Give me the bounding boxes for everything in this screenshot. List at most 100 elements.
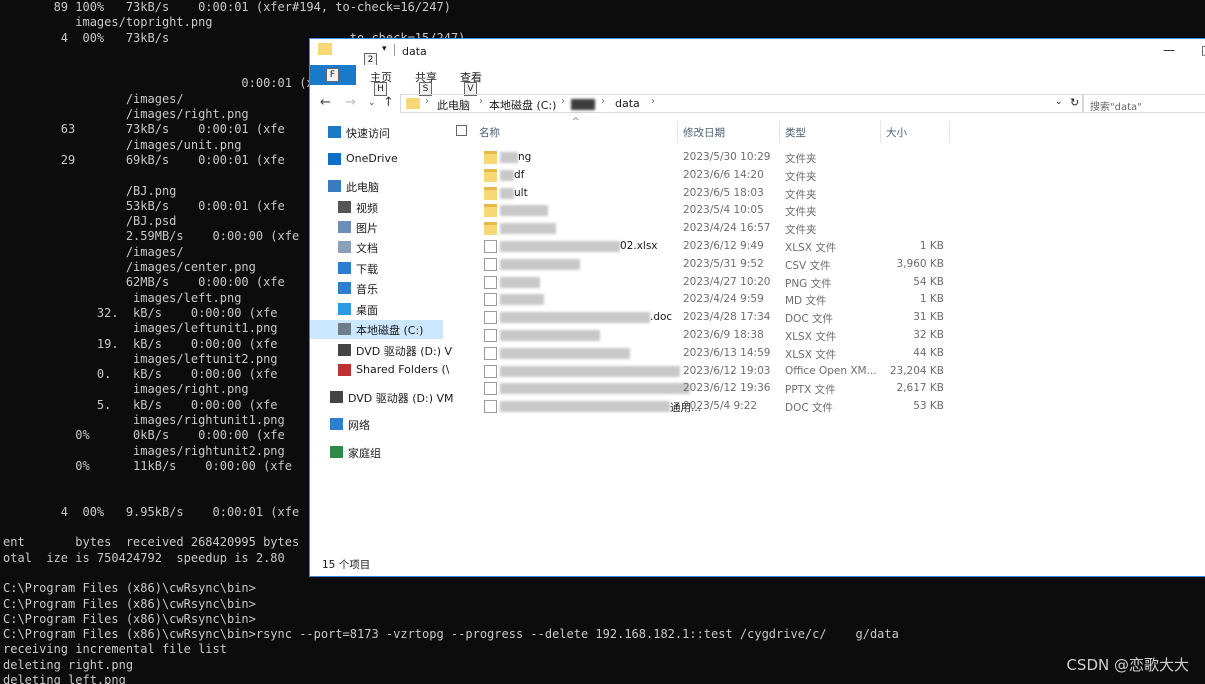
back-arrow-icon[interactable]: ← bbox=[320, 95, 331, 110]
file-row[interactable]: ult 2023/6/5 18:03 文件夹 bbox=[452, 185, 1205, 203]
file-type: CSV 文件 bbox=[785, 259, 831, 272]
address-bar[interactable]: › 此电脑 › 本地磁盘 (C:) › › data › ⌄ ↻ bbox=[400, 94, 1084, 113]
file-date: 2023/6/12 19:36 bbox=[683, 382, 771, 395]
file-row[interactable]: 2023/4/24 16:57 文件夹 bbox=[452, 220, 1205, 238]
redacted-name bbox=[500, 294, 544, 306]
file-name: ult bbox=[514, 186, 528, 199]
file-row[interactable]: 2023/4/27 10:20 PNG 文件 54 KB bbox=[452, 274, 1205, 292]
column-divider[interactable] bbox=[880, 121, 881, 143]
nav-item-label: 此电脑 bbox=[346, 181, 379, 194]
file-name: .doc bbox=[650, 311, 673, 324]
file-row[interactable]: 2023/5/4 10:05 文件夹 bbox=[452, 202, 1205, 220]
nav-item[interactable]: 桌面 bbox=[338, 300, 443, 319]
file-explorer-window[interactable]: 2 ▾ data — □ F 主页 H 共享 S 查看 V ← → ⌄ ↑ › … bbox=[309, 38, 1205, 577]
file-row[interactable]: 通用... 2023/5/4 9:22 DOC 文件 53 KB bbox=[452, 398, 1205, 416]
dropdown-icon[interactable]: ▾ bbox=[382, 44, 387, 54]
file-row[interactable]: 2023/6/12 19:36 PPTX 文件 2,617 KB bbox=[452, 380, 1205, 398]
refresh-icon[interactable]: ↻ bbox=[1070, 96, 1079, 109]
file-date: 2023/6/9 18:38 bbox=[683, 329, 764, 341]
terminal-line: C:\Program Files (x86)\cwRsync\bin> bbox=[3, 611, 256, 626]
search-input[interactable]: 搜索"data" bbox=[1082, 94, 1205, 113]
redacted-name bbox=[500, 330, 600, 341]
file-date: 2023/6/12 9:49 bbox=[683, 240, 764, 252]
file-row[interactable]: df 2023/6/6 14:20 文件夹 bbox=[452, 167, 1205, 185]
chevron-right-icon[interactable]: › bbox=[651, 96, 655, 107]
title-bar[interactable]: 2 ▾ data — □ bbox=[310, 39, 1205, 67]
nav-item[interactable]: Shared Folders (\ bbox=[338, 361, 449, 380]
file-tab[interactable]: F bbox=[310, 65, 356, 85]
file-type: MD 文件 bbox=[785, 295, 827, 308]
breadcrumb-local-disk[interactable]: 本地磁盘 (C:) bbox=[489, 97, 556, 113]
nav-item[interactable]: 家庭组 bbox=[330, 443, 443, 462]
nav-item[interactable]: 视频 bbox=[338, 198, 443, 217]
minimize-button[interactable]: — bbox=[1163, 43, 1175, 57]
up-arrow-icon[interactable]: ↑ bbox=[383, 95, 394, 110]
file-date: 2023/5/31 9:52 bbox=[683, 257, 764, 270]
column-divider[interactable] bbox=[779, 121, 780, 143]
nav-item[interactable]: DVD 驱动器 (D:) V bbox=[338, 341, 452, 360]
column-header-type[interactable]: 类型 bbox=[785, 125, 806, 140]
chevron-down-icon[interactable]: ⌄ bbox=[1055, 97, 1063, 107]
nav-item[interactable]: DVD 驱动器 (D:) VM bbox=[330, 388, 454, 407]
chevron-right-icon[interactable]: › bbox=[479, 96, 483, 107]
file-date: 2023/6/6 14:20 bbox=[683, 168, 764, 181]
divider bbox=[394, 44, 395, 56]
nav-item[interactable]: 网络 bbox=[330, 415, 443, 434]
nav-item[interactable]: 下载 bbox=[338, 259, 443, 278]
chevron-right-icon[interactable]: › bbox=[601, 96, 605, 107]
file-icon bbox=[484, 240, 497, 253]
breadcrumb-this-pc[interactable]: 此电脑 bbox=[437, 97, 470, 113]
file-icon bbox=[484, 293, 497, 307]
nav-item-label: 视频 bbox=[356, 202, 378, 215]
nav-item[interactable]: 音乐 bbox=[338, 279, 443, 298]
breadcrumb-hidden[interactable] bbox=[571, 99, 595, 110]
network-icon bbox=[330, 418, 343, 430]
file-row[interactable]: 2023/4/24 9:59 MD 文件 1 KB bbox=[452, 291, 1205, 309]
column-header-date[interactable]: 修改日期 bbox=[683, 125, 725, 140]
terminal-line: deleting left.png bbox=[3, 673, 126, 684]
file-row[interactable]: 2023/5/31 9:52 CSV 文件 3,960 KB bbox=[452, 256, 1205, 274]
file-type: DOC 文件 bbox=[785, 402, 834, 415]
video-icon bbox=[338, 201, 351, 213]
nav-item-label: 音乐 bbox=[356, 283, 378, 296]
chevron-right-icon[interactable]: › bbox=[425, 96, 429, 107]
column-divider[interactable] bbox=[949, 121, 950, 143]
file-row[interactable]: 2023/6/12 19:03 Office Open XM... 23,204 K… bbox=[452, 363, 1205, 381]
nav-item[interactable]: 此电脑 bbox=[328, 177, 443, 196]
folder-icon bbox=[484, 222, 497, 236]
nav-item[interactable]: 快速访问 bbox=[328, 123, 443, 142]
dvd-icon bbox=[338, 344, 351, 356]
column-header-size[interactable]: 大小 bbox=[886, 125, 907, 140]
column-header-name[interactable]: 名称 bbox=[479, 125, 500, 140]
file-date: 2023/4/24 16:57 bbox=[683, 222, 771, 235]
folder-icon bbox=[406, 98, 420, 109]
breadcrumb-data[interactable]: data bbox=[615, 97, 640, 110]
file-type: 文件夹 bbox=[785, 170, 817, 183]
nav-item[interactable]: 本地磁盘 (C:) bbox=[310, 320, 443, 339]
folder-icon bbox=[484, 151, 497, 164]
file-icon bbox=[484, 275, 497, 289]
file-row[interactable]: 02.xlsx 2023/6/12 9:49 XLSX 文件 1 KB bbox=[452, 238, 1205, 256]
terminal-line: C:\Program Files (x86)\cwRsync\bin>rsync… bbox=[3, 627, 899, 642]
cloud-icon bbox=[328, 153, 341, 165]
nav-item-label: DVD 驱动器 (D:) VM bbox=[348, 392, 454, 405]
select-all-checkbox[interactable] bbox=[456, 125, 467, 136]
nav-item[interactable]: 文档 bbox=[338, 238, 443, 257]
file-row[interactable]: 2023/6/13 14:59 XLSX 文件 44 KB bbox=[452, 345, 1205, 363]
file-size: 23,204 KB bbox=[889, 364, 944, 377]
nav-item-label: OneDrive bbox=[346, 152, 398, 165]
file-type: 文件夹 bbox=[785, 153, 817, 165]
recent-locations-icon[interactable]: ⌄ bbox=[368, 98, 376, 108]
address-row: ← → ⌄ ↑ › 此电脑 › 本地磁盘 (C:) › › data › ⌄ ↻… bbox=[310, 93, 1205, 115]
column-divider[interactable] bbox=[677, 121, 678, 143]
file-row[interactable]: .doc 2023/4/28 17:34 DOC 文件 31 KB bbox=[452, 309, 1205, 327]
file-row[interactable]: ng 2023/5/30 10:29 文件夹 bbox=[452, 149, 1205, 167]
nav-item[interactable]: OneDrive bbox=[328, 150, 443, 169]
file-row[interactable]: 2023/6/9 18:38 XLSX 文件 32 KB bbox=[452, 327, 1205, 345]
chevron-right-icon[interactable]: › bbox=[561, 96, 565, 107]
quick-access-toolbar-icon[interactable] bbox=[318, 43, 332, 55]
forward-arrow-icon[interactable]: → bbox=[345, 95, 356, 110]
nav-item[interactable]: 图片 bbox=[338, 218, 443, 237]
maximize-button[interactable]: □ bbox=[1201, 43, 1205, 57]
nav-item-label: 下载 bbox=[356, 263, 378, 276]
